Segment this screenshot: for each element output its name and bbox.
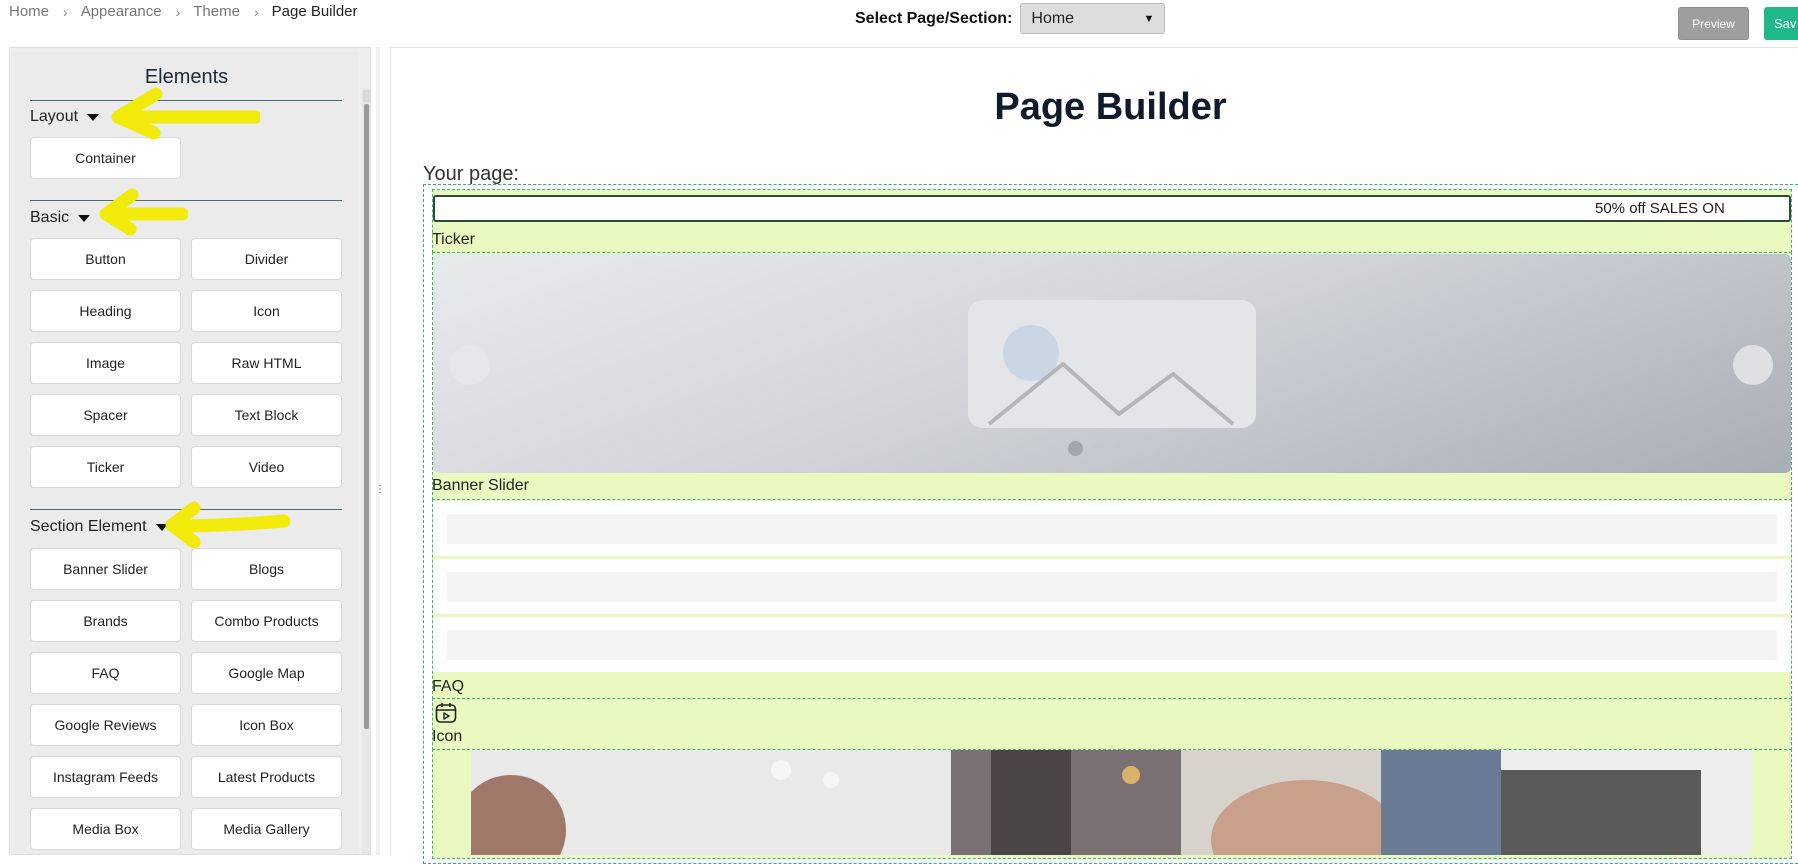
panel-splitter[interactable]	[376, 47, 380, 855]
your-page-label: Your page:	[423, 163, 520, 185]
drag-handle-icon[interactable]: ⋮	[375, 483, 385, 497]
scroll-up-arrow-icon[interactable]	[363, 90, 370, 102]
faq-block-label: FAQ	[432, 678, 465, 695]
element-divider[interactable]: Divider	[191, 238, 342, 280]
element-icon-box[interactable]: Icon Box	[191, 704, 342, 746]
element-video[interactable]: Video	[191, 446, 342, 488]
faq-item-placeholder	[447, 514, 1777, 544]
element-google-reviews[interactable]: Google Reviews	[30, 704, 181, 746]
breadcrumb: Home › Appearance › Theme › Page Builder	[9, 3, 358, 20]
page-select-label: Select Page/Section:	[855, 9, 1013, 27]
annotation-arrow-icon	[99, 188, 188, 236]
element-image[interactable]: Image	[30, 342, 181, 384]
page-title: Page Builder	[994, 86, 1227, 128]
calendar-play-icon	[435, 703, 457, 723]
chevron-right-icon: ›	[63, 3, 68, 20]
element-faq[interactable]: FAQ	[30, 652, 181, 694]
element-text-block[interactable]: Text Block	[191, 394, 342, 436]
page-select-value: Home	[1031, 9, 1075, 27]
section-toggle-layout[interactable]: Layout	[30, 108, 100, 126]
section-title-section-element: Section Element	[30, 518, 147, 535]
video-preview-image	[471, 750, 1752, 855]
slider-dot[interactable]	[1140, 441, 1155, 456]
breadcrumb-current: Page Builder	[271, 3, 358, 20]
element-ticker[interactable]: Ticker	[30, 446, 181, 488]
annotation-arrow-icon	[111, 87, 260, 140]
ticker-block-label: Ticker	[432, 231, 475, 248]
slider-prev-arrow[interactable]	[450, 345, 490, 385]
slider-dot[interactable]	[1116, 441, 1131, 456]
chevron-right-icon: ›	[253, 3, 259, 20]
caret-down-icon	[87, 113, 100, 121]
chevron-down-icon: ▼	[1143, 12, 1155, 25]
page-section-selector: Select Page/Section: Home ▼	[855, 3, 1166, 34]
slider-dot[interactable]	[1068, 441, 1083, 456]
element-media-box[interactable]: Media Box	[30, 808, 181, 850]
element-raw-html[interactable]: Raw HTML	[191, 342, 342, 384]
save-button[interactable]: Sav	[1764, 7, 1798, 40]
slider-next-arrow[interactable]	[1733, 345, 1773, 385]
icon-block[interactable]	[432, 698, 1792, 750]
banner-slider-block-label: Banner Slider	[432, 477, 529, 494]
breadcrumb-home[interactable]: Home	[9, 3, 49, 20]
element-banner-slider[interactable]: Banner Slider	[30, 548, 181, 590]
slider-dot[interactable]	[1092, 441, 1107, 456]
section-toggle-section-element[interactable]: Section Element	[30, 518, 168, 536]
caret-down-icon	[78, 214, 91, 222]
ticker-preview	[433, 195, 1791, 222]
element-heading[interactable]: Heading	[30, 290, 181, 332]
element-container[interactable]: Container	[30, 137, 181, 179]
element-combo-products[interactable]: Combo Products	[191, 600, 342, 642]
element-spacer[interactable]: Spacer	[30, 394, 181, 436]
section-title-layout: Layout	[30, 108, 79, 125]
ticker-text: 50% off SALES ON	[1595, 200, 1725, 217]
section-toggle-basic[interactable]: Basic	[30, 209, 91, 227]
breadcrumb-theme[interactable]: Theme	[193, 3, 240, 20]
placeholder-mountain-icon	[987, 362, 1235, 426]
elements-panel: Elements Layout Container Basic Button D…	[14, 52, 370, 854]
element-latest-products[interactable]: Latest Products	[191, 756, 342, 798]
element-icon[interactable]: Icon	[191, 290, 342, 332]
chevron-right-icon: ›	[175, 3, 181, 20]
faq-item-placeholder	[447, 572, 1777, 602]
element-brands[interactable]: Brands	[30, 600, 181, 642]
preview-button[interactable]: Preview	[1678, 7, 1749, 40]
elements-sidebar: Elements Layout Container Basic Button D…	[9, 47, 371, 855]
annotation-arrow-icon	[165, 501, 290, 548]
icon-block-label: Icon	[432, 728, 463, 745]
faq-item-placeholder	[447, 630, 1777, 660]
element-blogs[interactable]: Blogs	[191, 548, 342, 590]
page-select-dropdown[interactable]: Home ▼	[1020, 3, 1166, 34]
element-button[interactable]: Button	[30, 238, 181, 280]
element-instagram-feeds[interactable]: Instagram Feeds	[30, 756, 181, 798]
sidebar-scrollbar-thumb[interactable]	[364, 104, 369, 729]
section-title-basic: Basic	[30, 209, 70, 226]
element-media-gallery[interactable]: Media Gallery	[191, 808, 342, 850]
breadcrumb-appearance[interactable]: Appearance	[81, 3, 162, 20]
element-google-map[interactable]: Google Map	[191, 652, 342, 694]
